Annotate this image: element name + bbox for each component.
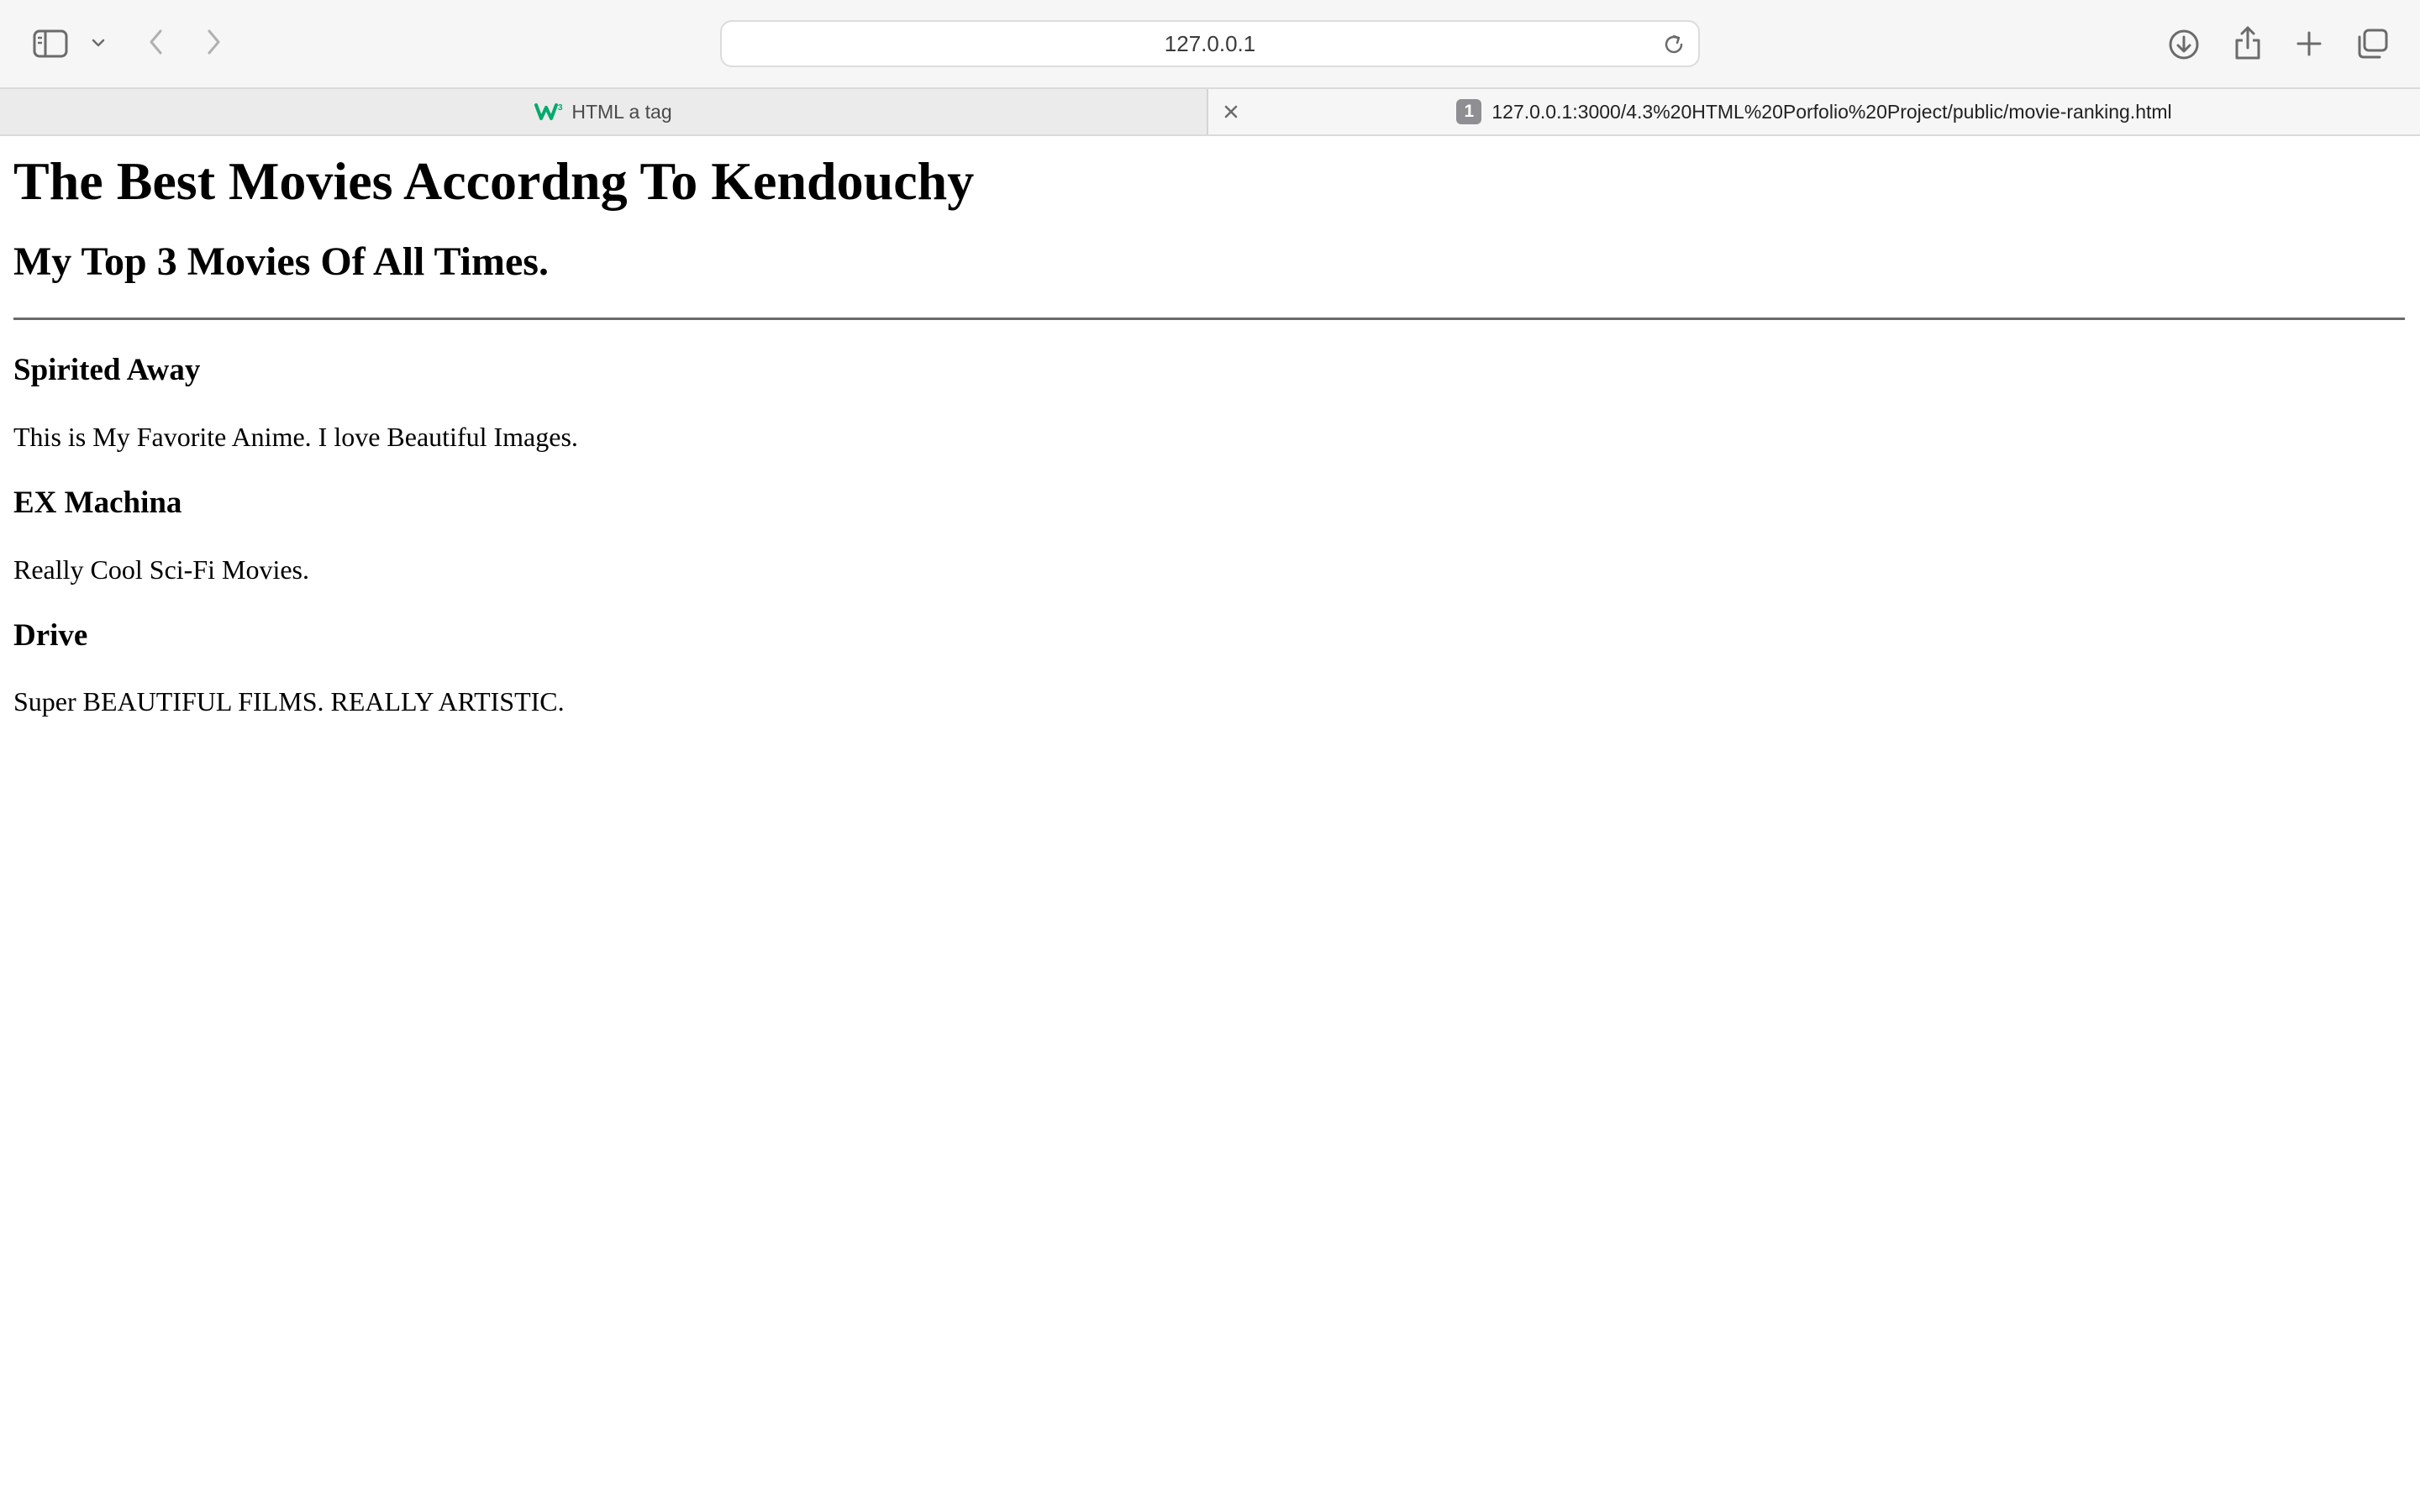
tab-bar: 3 HTML a tag 1 127.0.0.1:3000/4.3%20HTML…: [0, 87, 2420, 136]
movie-title: EX Machina: [13, 486, 182, 521]
divider: [13, 318, 2405, 321]
svg-text:3: 3: [558, 103, 563, 113]
close-icon: [1224, 105, 1238, 118]
chevron-left-icon: [150, 29, 162, 55]
address-bar[interactable]: 127.0.0.1: [720, 20, 1700, 67]
sidebar-toggle-button[interactable]: [30, 25, 71, 62]
reload-button[interactable]: [1658, 29, 1690, 60]
new-tab-button[interactable]: [2291, 25, 2328, 62]
address-text: 127.0.0.1: [1164, 30, 1256, 56]
movie-title: Spirited Away: [13, 353, 201, 388]
tab-html-a-tag[interactable]: 3 HTML a tag: [0, 89, 1208, 134]
tab-close-button[interactable]: [1218, 99, 1244, 124]
chevron-right-icon: [208, 29, 220, 55]
sidebar-icon: [33, 29, 68, 58]
page-content: The Best Movies Accordng To Kendouchy My…: [0, 136, 2420, 1512]
back-button[interactable]: [139, 25, 173, 59]
downloads-button[interactable]: [2165, 25, 2203, 64]
forward-button[interactable]: [197, 25, 230, 59]
movie-description: Really Cool Sci-Fi Movies.: [13, 554, 309, 585]
page-title: The Best Movies Accordng To Kendouchy: [13, 151, 975, 211]
browser-window: 127.0.0.1 3 HTML a tag 1 127.0.0.1:3000/…: [0, 0, 2420, 1512]
share-button[interactable]: [2228, 22, 2267, 64]
tab-overview-icon: [2358, 29, 2388, 59]
movie-title: Drive: [13, 617, 88, 653]
tab-number-badge: 1: [1456, 99, 1482, 124]
plus-icon: [2296, 31, 2322, 56]
tab-overview-button[interactable]: [2353, 25, 2391, 62]
reload-icon: [1665, 34, 1683, 54]
page-subtitle: My Top 3 Movies Of All Times.: [13, 239, 549, 284]
share-icon: [2235, 26, 2260, 60]
chevron-down-icon: [92, 39, 105, 47]
movie-description: This is My Favorite Anime. I love Beauti…: [13, 421, 578, 452]
download-icon: [2169, 29, 2199, 60]
tab-label: HTML a tag: [571, 100, 672, 123]
browser-toolbar: 127.0.0.1: [0, 0, 2420, 87]
tab-label: 127.0.0.1:3000/4.3%20HTML%20Porfolio%20P…: [1491, 100, 2172, 123]
movie-description: Super BEAUTIFUL FILMS. REALLY ARTISTIC.: [13, 686, 565, 717]
sidebar-menu-chevron-button[interactable]: [87, 32, 109, 54]
tab-movie-ranking[interactable]: 1 127.0.0.1:3000/4.3%20HTML%20Porfolio%2…: [1208, 89, 2420, 134]
w3schools-icon: 3: [534, 102, 563, 121]
